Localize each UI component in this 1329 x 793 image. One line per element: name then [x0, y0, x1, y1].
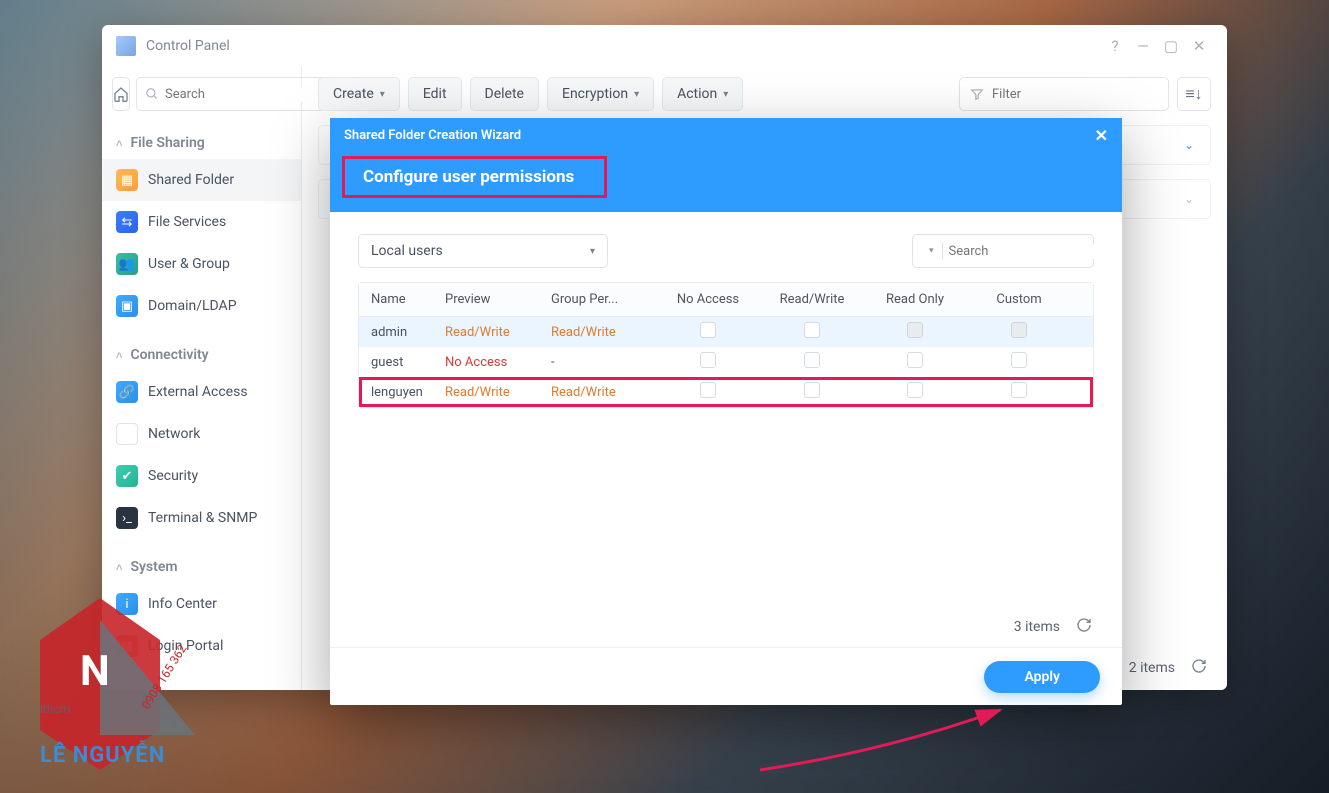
wizard-modal: Shared Folder Creation Wizard ✕ Configur…	[330, 118, 1122, 705]
col-preview[interactable]: Preview	[445, 292, 551, 307]
annotation-arrow	[750, 700, 1070, 790]
cell-group-perm: Read/Write	[551, 385, 655, 400]
encryption-button[interactable]: Encryption▾	[547, 77, 654, 111]
caret-down-icon: ▾	[634, 89, 639, 100]
sidebar-item-login-portal[interactable]: ▦Login Portal	[102, 625, 301, 667]
sidebar-item-file-services[interactable]: ⇆File Services	[102, 201, 301, 243]
window-titlebar: Control Panel ? — ▢ ✕	[102, 25, 1227, 67]
modal-search-input[interactable]	[949, 244, 1115, 259]
sidebar-item-info-center[interactable]: iInfo Center	[102, 583, 301, 625]
cell-name: admin	[359, 325, 445, 340]
maximize-icon[interactable]: ▢	[1157, 32, 1185, 60]
chevron-down-icon: ⌄	[1184, 192, 1194, 206]
window-title: Control Panel	[146, 38, 230, 54]
terminal-icon: ›_	[116, 507, 138, 529]
col-group-permissions[interactable]: Group Per...	[551, 292, 655, 307]
svg-text:LÊ NGUYỄN: LÊ NGUYỄN	[40, 739, 165, 768]
sidebar: ˄File Sharing ▦Shared Folder ⇆File Servi…	[102, 67, 302, 690]
external-access-icon: 🔗	[116, 381, 138, 403]
login-portal-icon: ▦	[116, 635, 138, 657]
svg-text:.vn: .vn	[40, 717, 57, 731]
help-icon[interactable]: ?	[1101, 32, 1129, 60]
checkbox-read-only[interactable]	[907, 382, 923, 398]
user-type-select[interactable]: Local users ▾	[358, 234, 608, 268]
edit-button[interactable]: Edit	[408, 77, 462, 111]
checkbox-read-write[interactable]	[804, 352, 820, 368]
modal-item-count: 3 items	[1014, 619, 1060, 635]
toolbar: Create▾ Edit Delete Encryption▾ Action▾ …	[318, 77, 1211, 111]
section-title-highlight: Configure user permissions	[342, 156, 607, 198]
modal-close-button[interactable]: ✕	[1095, 126, 1108, 145]
group-system[interactable]: ˄System	[102, 551, 301, 583]
create-button[interactable]: Create▾	[318, 77, 400, 111]
info-icon: i	[116, 593, 138, 615]
wizard-title: Shared Folder Creation Wizard	[344, 128, 521, 143]
checkbox-no-access[interactable]	[700, 382, 716, 398]
table-row[interactable]: lenguyenRead/WriteRead/Write	[359, 377, 1093, 407]
app-icon	[116, 36, 136, 56]
filter-input[interactable]	[992, 87, 1158, 102]
checkbox-custom[interactable]	[1011, 382, 1027, 398]
sidebar-item-terminal-snmp[interactable]: ›_Terminal & SNMP	[102, 497, 301, 539]
close-icon[interactable]: ✕	[1185, 32, 1213, 60]
action-button[interactable]: Action▾	[662, 77, 743, 111]
checkbox-no-access[interactable]	[700, 322, 716, 338]
section-title: Configure user permissions	[363, 167, 574, 187]
checkbox-custom[interactable]	[1011, 352, 1027, 368]
group-connectivity[interactable]: ˄Connectivity	[102, 339, 301, 371]
shield-icon: ✔	[116, 465, 138, 487]
sidebar-item-user-group[interactable]: 👥User & Group	[102, 243, 301, 285]
cell-preview: Read/Write	[445, 325, 551, 340]
col-no-access[interactable]: No Access	[655, 292, 761, 307]
table-row[interactable]: adminRead/WriteRead/Write	[359, 317, 1093, 347]
cell-name: guest	[359, 355, 445, 370]
checkbox-read-write[interactable]	[804, 382, 820, 398]
file-services-icon: ⇆	[116, 211, 138, 233]
caret-down-icon: ▾	[380, 89, 385, 100]
checkbox-no-access[interactable]	[700, 352, 716, 368]
cell-preview: No Access	[445, 355, 551, 370]
checkbox-custom[interactable]	[1011, 322, 1027, 338]
cell-name: lenguyen	[359, 385, 445, 400]
sidebar-item-domain-ldap[interactable]: ▣Domain/LDAP	[102, 285, 301, 327]
group-file-sharing[interactable]: ˄File Sharing	[102, 127, 301, 159]
col-read-only[interactable]: Read Only	[863, 292, 967, 307]
delete-button[interactable]: Delete	[470, 77, 539, 111]
cell-group-perm: Read/Write	[551, 325, 655, 340]
caret-down-icon: ▾	[723, 89, 728, 100]
user-group-icon: 👥	[116, 253, 138, 275]
filter-icon	[970, 87, 984, 101]
filter-box[interactable]	[959, 77, 1169, 111]
network-icon: ▲	[116, 423, 138, 445]
list-settings-button[interactable]: ≡↓	[1177, 77, 1211, 111]
domain-icon: ▣	[116, 295, 138, 317]
sidebar-item-external-access[interactable]: 🔗External Access	[102, 371, 301, 413]
svg-text:ithcm: ithcm	[40, 702, 70, 716]
permissions-table: Name Preview Group Per... No Access Read…	[358, 282, 1094, 408]
chevron-down-icon: ⌄	[1184, 138, 1194, 152]
checkbox-read-write[interactable]	[804, 322, 820, 338]
dropdown-caret-icon[interactable]: ▾	[929, 246, 934, 256]
modal-reload-button[interactable]	[1076, 617, 1092, 637]
checkbox-read-only[interactable]	[907, 352, 923, 368]
sidebar-item-shared-folder[interactable]: ▦Shared Folder	[102, 159, 301, 201]
minimize-icon[interactable]: —	[1129, 32, 1157, 60]
item-count: 2 items	[1129, 660, 1175, 676]
checkbox-read-only[interactable]	[907, 322, 923, 338]
table-row[interactable]: guestNo Access-	[359, 347, 1093, 377]
modal-search[interactable]: ▾	[912, 234, 1094, 268]
sidebar-item-security[interactable]: ✔Security	[102, 455, 301, 497]
folder-icon: ▦	[116, 169, 138, 191]
apply-button[interactable]: Apply	[984, 661, 1100, 693]
cell-group-perm: -	[551, 355, 655, 370]
col-read-write[interactable]: Read/Write	[761, 292, 863, 307]
sidebar-item-network[interactable]: ▲Network	[102, 413, 301, 455]
cell-preview: Read/Write	[445, 385, 551, 400]
home-button[interactable]	[112, 77, 130, 111]
col-name[interactable]: Name	[359, 292, 445, 307]
reload-button[interactable]	[1191, 658, 1207, 678]
chevron-down-icon: ▾	[590, 246, 595, 257]
search-icon	[145, 87, 159, 101]
col-custom[interactable]: Custom	[967, 292, 1071, 307]
